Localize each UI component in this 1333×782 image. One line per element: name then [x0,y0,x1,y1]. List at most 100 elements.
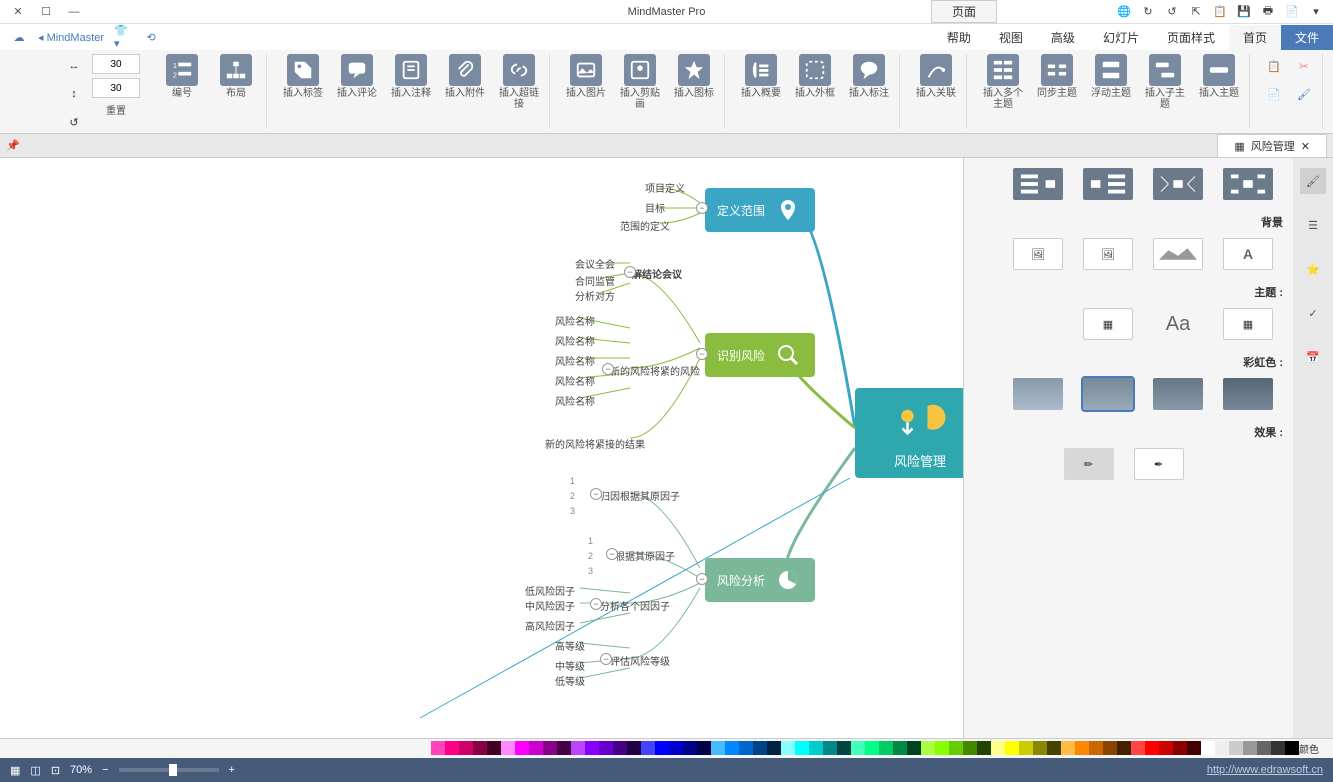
pin-icon[interactable]: 📌 [6,139,20,152]
color-swatch[interactable] [1285,741,1299,755]
color-swatch[interactable] [557,741,571,755]
sync-topic-button[interactable]: 同步主题 [1033,54,1081,99]
bg-thumb[interactable]: A [1223,238,1273,270]
paste-icon[interactable]: 📋 [1211,3,1229,21]
bg-thumb[interactable]: 🖼 [1083,238,1133,270]
leaf[interactable]: 风险名称 [555,353,595,368]
leaf[interactable]: 风险名称 [555,393,595,408]
maximize-icon[interactable]: ☐ [36,2,56,22]
leaf[interactable]: 范围的定义 [620,218,670,233]
color-swatch[interactable] [585,741,599,755]
color-swatch[interactable] [977,741,991,755]
collapse-icon[interactable]: − [696,573,708,585]
insert-icon-button[interactable]: 插入图标 [670,54,718,99]
leaf[interactable]: 新的风险将紧的风险 [610,363,700,378]
bg-thumb[interactable]: 🖼 [1013,238,1063,270]
star-tab-icon[interactable]: ⭐ [1300,256,1326,282]
color-swatch[interactable] [487,741,501,755]
insert-tag-button[interactable]: 插入标签 [279,54,327,99]
effect-thumb[interactable]: ✒ [1134,448,1184,480]
insert-hyperlink-button[interactable]: 插入超链接 [495,54,543,110]
leaf[interactable]: 高等级 [555,638,585,653]
collapse-icon[interactable]: − [602,363,614,375]
tab-file[interactable]: 文件 [1281,25,1333,50]
color-thumb[interactable] [1083,378,1133,410]
width-input[interactable] [92,54,140,74]
clipboard-icon[interactable]: 📄 [1262,82,1286,106]
leaf[interactable]: 分析对方 [575,288,615,303]
insert-note-button[interactable]: 插入注释 [387,54,435,99]
minimize-icon[interactable]: — [64,2,84,22]
color-swatch[interactable] [795,741,809,755]
color-swatch[interactable] [431,741,445,755]
color-swatch[interactable] [907,741,921,755]
font-thumb[interactable]: Aa [1153,308,1203,340]
brush-tab-icon[interactable]: 🖌 [1300,168,1326,194]
leaf[interactable]: 目标 [645,200,665,215]
color-swatch[interactable] [1103,741,1117,755]
leaf[interactable]: 风险名称 [555,313,595,328]
print-icon[interactable]: 🖶 [1259,3,1277,21]
website-link[interactable]: http://www.edrawsoft.cn [1207,764,1323,776]
leaf[interactable]: 低风险因子 [525,583,575,598]
insert-attachment-button[interactable]: 插入附件 [441,54,489,99]
color-swatch[interactable] [1243,741,1257,755]
color-swatch[interactable] [725,741,739,755]
insert-boundary-button[interactable]: 插入外框 [791,54,839,99]
layout-thumb[interactable] [1013,168,1063,200]
color-swatch[interactable] [781,741,795,755]
shirt-icon[interactable]: 👕▾ [114,28,132,46]
leaf[interactable]: 风险名称 [555,373,595,388]
color-swatch[interactable] [1229,741,1243,755]
color-thumb[interactable] [1013,378,1063,410]
leaf[interactable]: 中等级 [555,658,585,673]
leaf[interactable]: 中风险因子 [525,598,575,613]
numbering-button[interactable]: 12编号 [158,54,206,99]
color-swatch[interactable] [753,741,767,755]
cloud-icon[interactable]: ☁ [10,28,28,46]
color-swatch[interactable] [949,741,963,755]
color-swatch[interactable] [613,741,627,755]
insert-subtopic-button[interactable]: 插入子主题 [1141,54,1189,110]
color-swatch[interactable] [823,741,837,755]
theme-thumb[interactable]: ▦ [1223,308,1273,340]
leaf[interactable]: 高风险因子 [525,618,575,633]
color-swatch[interactable] [1005,741,1019,755]
color-swatch[interactable] [1145,741,1159,755]
node-identify[interactable]: 识别风险 [705,333,815,377]
color-swatch[interactable] [1117,741,1131,755]
collapse-icon[interactable]: − [696,202,708,214]
insert-relation-button[interactable]: 插入关联 [912,54,960,99]
color-swatch[interactable] [641,741,655,755]
leaf[interactable]: 低等级 [555,673,585,688]
node-analyze[interactable]: 风险分析 [705,558,815,602]
effect-thumb[interactable]: ✏ [1064,448,1114,480]
color-swatch[interactable] [529,741,543,755]
close-icon[interactable]: ✕ [8,2,28,22]
insert-summary-button[interactable]: 插入概要 [737,54,785,99]
color-swatch[interactable] [697,741,711,755]
color-swatch[interactable] [459,741,473,755]
color-swatch[interactable] [683,741,697,755]
color-swatch[interactable] [837,741,851,755]
color-swatch[interactable] [921,741,935,755]
color-swatch[interactable] [767,741,781,755]
leaf[interactable]: 风险名称 [555,333,595,348]
color-swatch[interactable] [893,741,907,755]
color-swatch[interactable] [1033,741,1047,755]
width-icon[interactable]: ↔ [62,54,86,78]
color-swatch[interactable] [571,741,585,755]
dropdown-icon[interactable]: ▾ [1307,3,1325,21]
color-swatch[interactable] [473,741,487,755]
color-swatch[interactable] [515,741,529,755]
color-thumb[interactable] [1223,378,1273,410]
check-tab-icon[interactable]: ✓ [1300,300,1326,326]
color-swatch[interactable] [1173,741,1187,755]
color-swatch[interactable] [501,741,515,755]
fit-icon[interactable]: ⊡ [51,764,60,777]
color-swatch[interactable] [543,741,557,755]
color-swatch[interactable] [669,741,683,755]
tab-home[interactable]: 首页 [1229,25,1281,50]
leaf[interactable]: 解结论会议 [632,266,682,281]
color-swatch[interactable] [809,741,823,755]
